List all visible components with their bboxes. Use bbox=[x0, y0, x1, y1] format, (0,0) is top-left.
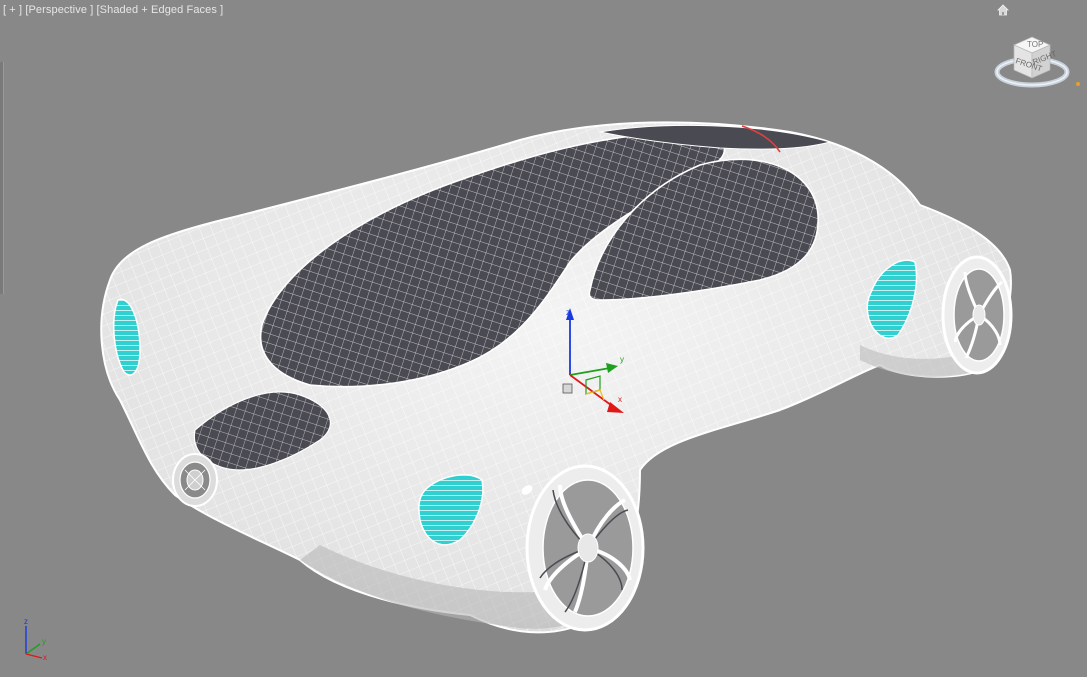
world-axis-x-label: x bbox=[43, 653, 47, 662]
world-axis-tripod: z y x bbox=[24, 617, 47, 662]
gizmo-y-label: y bbox=[620, 355, 624, 364]
world-axis-z-label: z bbox=[24, 617, 28, 626]
perspective-viewport[interactable]: [ + ] [Perspective ] [Shaded + Edged Fac… bbox=[0, 0, 1087, 677]
gizmo-pivot-box bbox=[562, 383, 573, 394]
gizmo-z-label: z bbox=[566, 308, 570, 317]
front-nose-pod[interactable] bbox=[172, 453, 218, 507]
world-axis-y-label: y bbox=[42, 637, 46, 646]
rear-wheel[interactable] bbox=[941, 255, 1013, 375]
front-wheel[interactable] bbox=[525, 464, 645, 632]
gizmo-x-label: x bbox=[618, 395, 622, 404]
car-model-scene[interactable]: z y x bbox=[0, 0, 1087, 677]
